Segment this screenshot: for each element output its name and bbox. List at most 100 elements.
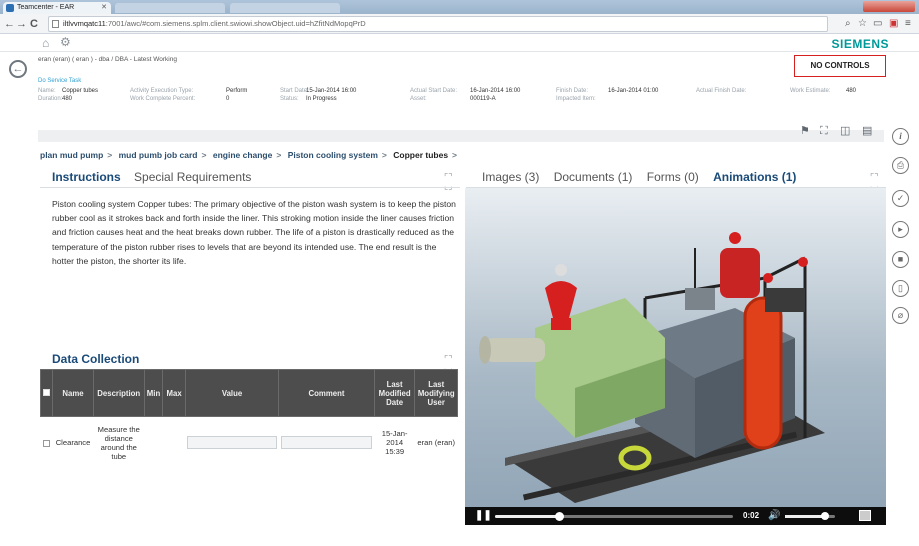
video-controls: ❚❚ 0:02 🔊 — [465, 507, 886, 525]
actual-start-label: Actual Start Date: — [410, 88, 458, 94]
breadcrumb-item[interactable]: plan mud pump — [40, 150, 103, 160]
activity-type-value: Perform — [226, 88, 248, 94]
column-header[interactable]: Min — [143, 369, 164, 417]
work-percent-label: Work Complete Percent: — [130, 96, 196, 102]
tab-images[interactable]: Images (3) — [482, 170, 539, 184]
volume-handle[interactable] — [821, 512, 829, 520]
cast-icon[interactable]: ▭ — [873, 17, 882, 31]
page-icon — [52, 20, 59, 28]
back-arrow-icon[interactable]: ← — [4, 17, 15, 31]
comment-input[interactable] — [280, 436, 373, 450]
tab-forms[interactable]: Forms (0) — [647, 170, 699, 184]
volume-slider[interactable] — [785, 512, 835, 520]
data-collection-title: Data Collection — [52, 352, 140, 366]
breadcrumb-item[interactable]: mud pumb job card — [119, 150, 198, 160]
breadcrumb: plan mud pump > mud pumb job card > engine… — [40, 150, 461, 160]
zoom-icon[interactable]: ⌕ — [845, 17, 851, 31]
flag-icon[interactable]: ⚑ — [800, 124, 810, 138]
fit-icon[interactable]: ⛶ — [820, 124, 828, 138]
print-icon[interactable]: ⎙ — [892, 157, 909, 174]
home-icon[interactable]: ⌂ — [42, 36, 49, 50]
complete-icon[interactable]: ✓ — [892, 190, 909, 207]
work-estimate-label: Work Estimate: — [790, 88, 831, 94]
back-button[interactable]: ← — [9, 60, 27, 78]
pump-3d-model — [479, 232, 825, 503]
task-type-link[interactable]: Do Service Task — [38, 78, 81, 84]
column-header[interactable]: Description — [92, 369, 145, 417]
breadcrumb-item[interactable]: engine change — [213, 150, 273, 160]
stop-icon[interactable]: ■ — [892, 251, 909, 268]
breadcrumb-separator: > — [201, 150, 207, 160]
status-label: Status: — [280, 96, 299, 102]
seek-progress — [495, 515, 560, 518]
table-row[interactable]: Clearance Measure the distance around th… — [41, 417, 458, 469]
tab-special-requirements[interactable]: Special Requirements — [134, 170, 251, 184]
column-header[interactable]: Max — [162, 369, 186, 417]
duration-value: 480 — [62, 96, 73, 102]
teamcenter-favicon-icon — [6, 4, 14, 12]
finish-date-label: Finish Date: — [556, 88, 589, 94]
instructions-tabs: Instructions Special Requirements — [52, 170, 251, 184]
column-header[interactable]: Last Modifying User — [414, 369, 458, 417]
url-field[interactable]: iltlvvmqatc11:7001/awc/#com.siemens.splm… — [48, 16, 828, 32]
url-host: iltlvvmqatc11 — [63, 19, 106, 28]
column-header[interactable]: Last Modified Date — [373, 369, 416, 417]
expand-instructions-icon[interactable]: ⌜⌝ ⌞⌟ — [444, 173, 452, 191]
cell-max — [163, 417, 185, 469]
select-all-checkbox[interactable] — [39, 369, 54, 417]
column-header[interactable]: Value — [184, 369, 280, 417]
forward-arrow-icon[interactable]: → — [16, 17, 27, 31]
cell-value — [185, 417, 279, 469]
column-header[interactable]: Name — [52, 369, 94, 417]
folder-icon[interactable]: ▤ — [862, 124, 872, 138]
cell-description: Measure the distance around the tube — [97, 424, 140, 461]
pause-icon[interactable]: ❚❚ — [475, 511, 492, 521]
volume-level — [785, 515, 825, 518]
play-icon[interactable]: ▸ — [892, 221, 909, 238]
seek-bar[interactable] — [495, 512, 733, 521]
value-input[interactable] — [187, 436, 277, 450]
attachment-doc-icon[interactable]: ▯ — [892, 280, 909, 297]
attachment-clip-icon[interactable]: ⌀ — [892, 307, 909, 324]
browser-tab-title: Teamcenter - EAR — [17, 4, 75, 11]
seek-handle[interactable] — [555, 512, 565, 521]
close-tab-icon[interactable]: ✕ — [101, 2, 107, 14]
tab-documents[interactable]: Documents (1) — [554, 170, 633, 184]
settings-gear-icon[interactable]: ⚙ — [60, 35, 71, 49]
table-header-row: Name Description Min Max Value Comment L… — [39, 369, 458, 417]
status-value: In Progress — [306, 96, 337, 102]
panels-icon[interactable]: ◫ — [840, 124, 850, 138]
extension-icon[interactable]: ▣ — [889, 17, 898, 31]
reload-icon[interactable]: C — [30, 17, 38, 31]
fullscreen-icon[interactable] — [859, 510, 871, 521]
divider — [40, 187, 460, 188]
animation-viewer[interactable] — [465, 188, 886, 525]
start-date-label: Start Date: — [280, 88, 309, 94]
start-date-value: 15-Jan-2014 16:00 — [306, 88, 357, 94]
work-estimate-value: 480 — [846, 88, 857, 94]
row-checkbox[interactable] — [41, 417, 53, 469]
browser-tab-other[interactable] — [230, 3, 340, 13]
menu-icon[interactable]: ≡ — [905, 17, 911, 31]
tab-instructions[interactable]: Instructions — [52, 170, 121, 184]
section-band — [38, 130, 884, 142]
breadcrumb-item[interactable]: Piston cooling system — [288, 150, 378, 160]
actual-finish-label: Actual Finish Date: — [696, 88, 747, 94]
activity-type-label: Activity Execution Type: — [130, 88, 194, 94]
context-path: eran (eran) ( eran ) - dba / DBA - Lates… — [38, 56, 177, 63]
browser-tab[interactable]: Teamcenter - EAR ✕ — [3, 2, 111, 14]
info-icon[interactable]: i — [892, 128, 909, 145]
tab-animations[interactable]: Animations (1) — [713, 170, 796, 184]
brand-logo: SIEMENS — [831, 37, 889, 51]
no-controls-badge: NO CONTROLS — [794, 55, 886, 77]
asset-label: Asset: — [410, 96, 427, 102]
browser-tab-other[interactable] — [115, 3, 225, 13]
bookmark-star-icon[interactable]: ☆ — [858, 17, 867, 31]
breadcrumb-current[interactable]: Copper tubes — [393, 150, 448, 160]
breadcrumb-separator: > — [452, 150, 458, 160]
window-controls[interactable] — [863, 1, 915, 12]
volume-icon[interactable]: 🔊 — [768, 510, 780, 521]
breadcrumb-separator: > — [107, 150, 113, 160]
column-header[interactable]: Comment — [278, 369, 375, 417]
actual-start-value: 16-Jan-2014 16:00 — [470, 88, 521, 94]
